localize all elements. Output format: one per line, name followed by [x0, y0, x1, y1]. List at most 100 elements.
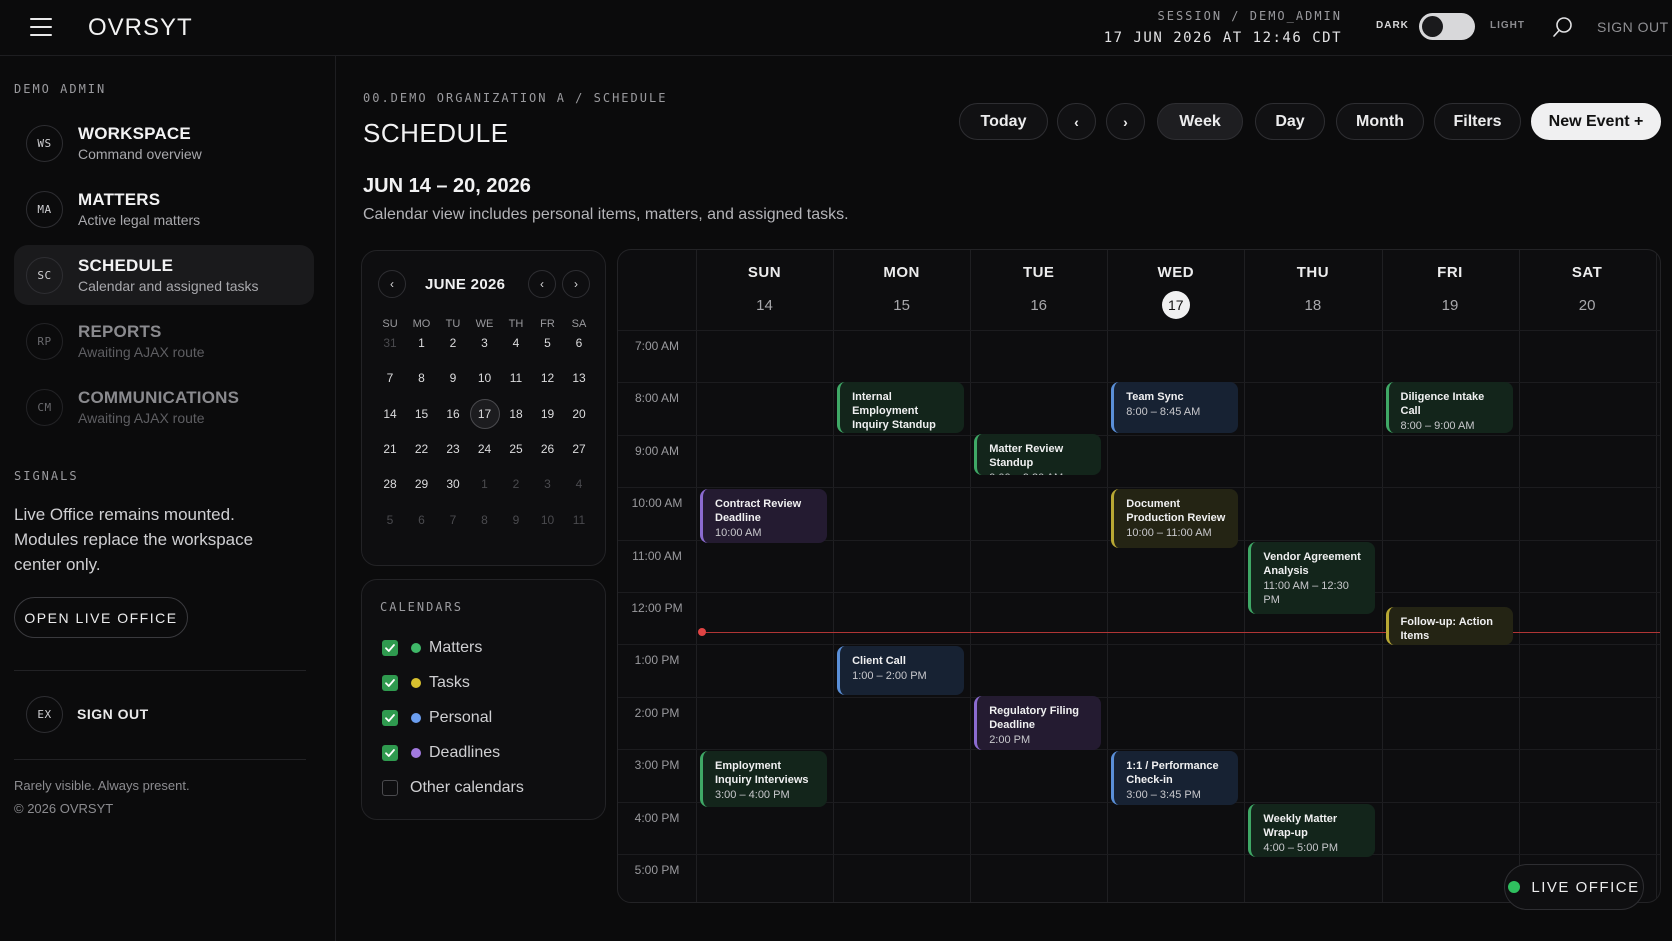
mini-day[interactable]: 4: [564, 469, 594, 499]
mini-next-month-button[interactable]: ›: [562, 270, 590, 298]
event-card[interactable]: Regulatory Filing Deadline 2:00 PM: [974, 696, 1102, 750]
mini-day[interactable]: 6: [407, 505, 437, 535]
mini-day[interactable]: 10: [470, 363, 500, 393]
mini-day[interactable]: 26: [533, 434, 563, 464]
mini-day[interactable]: 28: [375, 469, 405, 499]
mini-day[interactable]: 2: [501, 469, 531, 499]
sidebar-item-schedule[interactable]: SC SCHEDULE Calendar and assigned tasks: [14, 245, 314, 305]
mini-day[interactable]: 5: [533, 328, 563, 358]
mini-day[interactable]: 18: [501, 399, 531, 429]
sidebar-item-matters[interactable]: MA MATTERS Active legal matters: [14, 179, 314, 239]
mini-day[interactable]: 9: [501, 505, 531, 535]
event-card[interactable]: Team Sync 8:00 – 8:45 AM: [1111, 381, 1239, 433]
event-card[interactable]: Weekly Matter Wrap-up 4:00 – 5:00 PM: [1248, 803, 1376, 858]
mini-day[interactable]: 1: [407, 328, 437, 358]
open-live-office-button[interactable]: OPEN LIVE OFFICE: [14, 597, 188, 638]
event-card[interactable]: Vendor Agreement Analysis 11:00 AM – 12:3…: [1248, 541, 1376, 614]
day-header-sat[interactable]: SAT 20: [1519, 264, 1656, 319]
search-icon[interactable]: [1552, 16, 1574, 38]
event-card[interactable]: Internal Employment Inquiry Standup8:00 …: [837, 381, 965, 433]
mini-day[interactable]: 16: [438, 399, 468, 429]
theme-toggle[interactable]: [1419, 13, 1475, 40]
mini-day[interactable]: 23: [438, 434, 468, 464]
next-week-button[interactable]: ›: [1106, 103, 1145, 140]
checkbox-empty-icon[interactable]: [382, 780, 398, 796]
mini-day[interactable]: 9: [438, 363, 468, 393]
sidebar-item-communications[interactable]: CM COMMUNICATIONS Awaiting AJAX route: [14, 377, 314, 437]
calendar-toggle-matters[interactable]: Matters: [382, 637, 482, 659]
mini-day[interactable]: 4: [501, 328, 531, 358]
new-event-button[interactable]: New Event +: [1531, 103, 1661, 140]
event-card[interactable]: Diligence Intake Call 8:00 – 9:00 AM: [1385, 381, 1513, 433]
mini-day[interactable]: 29: [407, 469, 437, 499]
mini-day[interactable]: 25: [501, 434, 531, 464]
menu-icon[interactable]: [30, 18, 52, 36]
mini-day[interactable]: 5: [375, 505, 405, 535]
checkbox-checked-icon[interactable]: [382, 710, 398, 726]
mini-prev-button[interactable]: ‹: [528, 270, 556, 298]
day-header-fri[interactable]: FRI 19: [1382, 264, 1519, 319]
day-header-mon[interactable]: MON 15: [833, 264, 970, 319]
sign-out-link[interactable]: SIGN OUT: [1597, 19, 1669, 35]
checkbox-checked-icon[interactable]: [382, 675, 398, 691]
day-header-sun[interactable]: SUN 14: [696, 264, 833, 319]
signals-text: Live Office remains mounted. Modules rep…: [14, 505, 254, 574]
mini-day[interactable]: 17: [469, 398, 500, 429]
event-title: Team Sync: [1126, 390, 1184, 403]
mini-prev-month-button[interactable]: ‹: [378, 270, 406, 298]
today-button[interactable]: Today: [959, 103, 1048, 140]
mini-day[interactable]: 12: [533, 363, 563, 393]
mini-day[interactable]: 20: [564, 399, 594, 429]
mini-day[interactable]: 1: [470, 469, 500, 499]
mini-day[interactable]: 11: [564, 505, 594, 535]
mini-day[interactable]: 3: [533, 469, 563, 499]
mini-day[interactable]: 10: [533, 505, 563, 535]
mini-day[interactable]: 19: [533, 399, 563, 429]
week-view-button[interactable]: Week: [1157, 103, 1243, 140]
sidebar-item-workspace[interactable]: WS WORKSPACE Command overview: [14, 113, 314, 173]
prev-week-button[interactable]: ‹: [1057, 103, 1096, 140]
day-name: TUE: [1022, 264, 1055, 281]
mini-day[interactable]: 6: [564, 328, 594, 358]
mini-day[interactable]: 2: [438, 328, 468, 358]
calendar-toggle-tasks[interactable]: Tasks: [382, 672, 470, 694]
day-header-wed[interactable]: WED 17: [1107, 264, 1244, 319]
calendar-toggle-deadlines[interactable]: Deadlines: [382, 742, 500, 764]
checkbox-checked-icon[interactable]: [382, 640, 398, 656]
mini-day[interactable]: 14: [375, 399, 405, 429]
month-view-button[interactable]: Month: [1336, 103, 1424, 140]
mini-day[interactable]: 11: [501, 363, 531, 393]
mini-day[interactable]: 31: [375, 328, 405, 358]
mini-day[interactable]: 7: [438, 505, 468, 535]
sidebar-item-reports[interactable]: RP REPORTS Awaiting AJAX route: [14, 311, 314, 371]
calendar-toggle-other-calendars[interactable]: Other calendars: [382, 777, 524, 799]
sidebar-sign-out[interactable]: EX SIGN OUT: [14, 686, 306, 742]
mini-day[interactable]: 13: [564, 363, 594, 393]
mini-day[interactable]: 30: [438, 469, 468, 499]
day-header-thu[interactable]: THU 18: [1244, 264, 1381, 319]
mini-day[interactable]: 8: [407, 363, 437, 393]
mini-day[interactable]: 15: [407, 399, 437, 429]
date-range: JUN 14 – 20, 2026: [363, 175, 531, 197]
event-card[interactable]: Contract Review Deadline 10:00 AM: [700, 489, 828, 543]
mini-day[interactable]: 8: [470, 505, 500, 535]
filters-button[interactable]: Filters: [1434, 103, 1521, 140]
calendar-toggle-personal[interactable]: Personal: [382, 707, 492, 729]
mini-day[interactable]: 22: [407, 434, 437, 464]
event-card[interactable]: 1:1 / Performance Check-in 3:00 – 3:45 PM: [1111, 751, 1239, 805]
event-card[interactable]: Matter Review Standup9:00 – 9:30 AM: [974, 434, 1102, 475]
checkbox-checked-icon[interactable]: [382, 745, 398, 761]
mini-day[interactable]: 27: [564, 434, 594, 464]
mini-day[interactable]: 21: [375, 434, 405, 464]
day-view-button[interactable]: Day: [1255, 103, 1325, 140]
event-card[interactable]: Document Production Review 10:00 – 11:00 …: [1111, 489, 1239, 549]
event-card[interactable]: Client Call 1:00 – 2:00 PM: [837, 646, 965, 695]
day-header-tue[interactable]: TUE 16: [970, 264, 1107, 319]
mini-day[interactable]: 7: [375, 363, 405, 393]
mini-day[interactable]: 3: [470, 328, 500, 358]
live-office-button[interactable]: LIVE OFFICE: [1504, 864, 1644, 910]
brand-logo[interactable]: OVRSYT: [88, 14, 193, 42]
mini-day[interactable]: 24: [470, 434, 500, 464]
event-card[interactable]: Follow-up: Action Items12:30 – 1:00 PM: [1385, 607, 1513, 645]
event-card[interactable]: Employment Inquiry Interviews 3:00 – 4:00…: [700, 751, 828, 808]
